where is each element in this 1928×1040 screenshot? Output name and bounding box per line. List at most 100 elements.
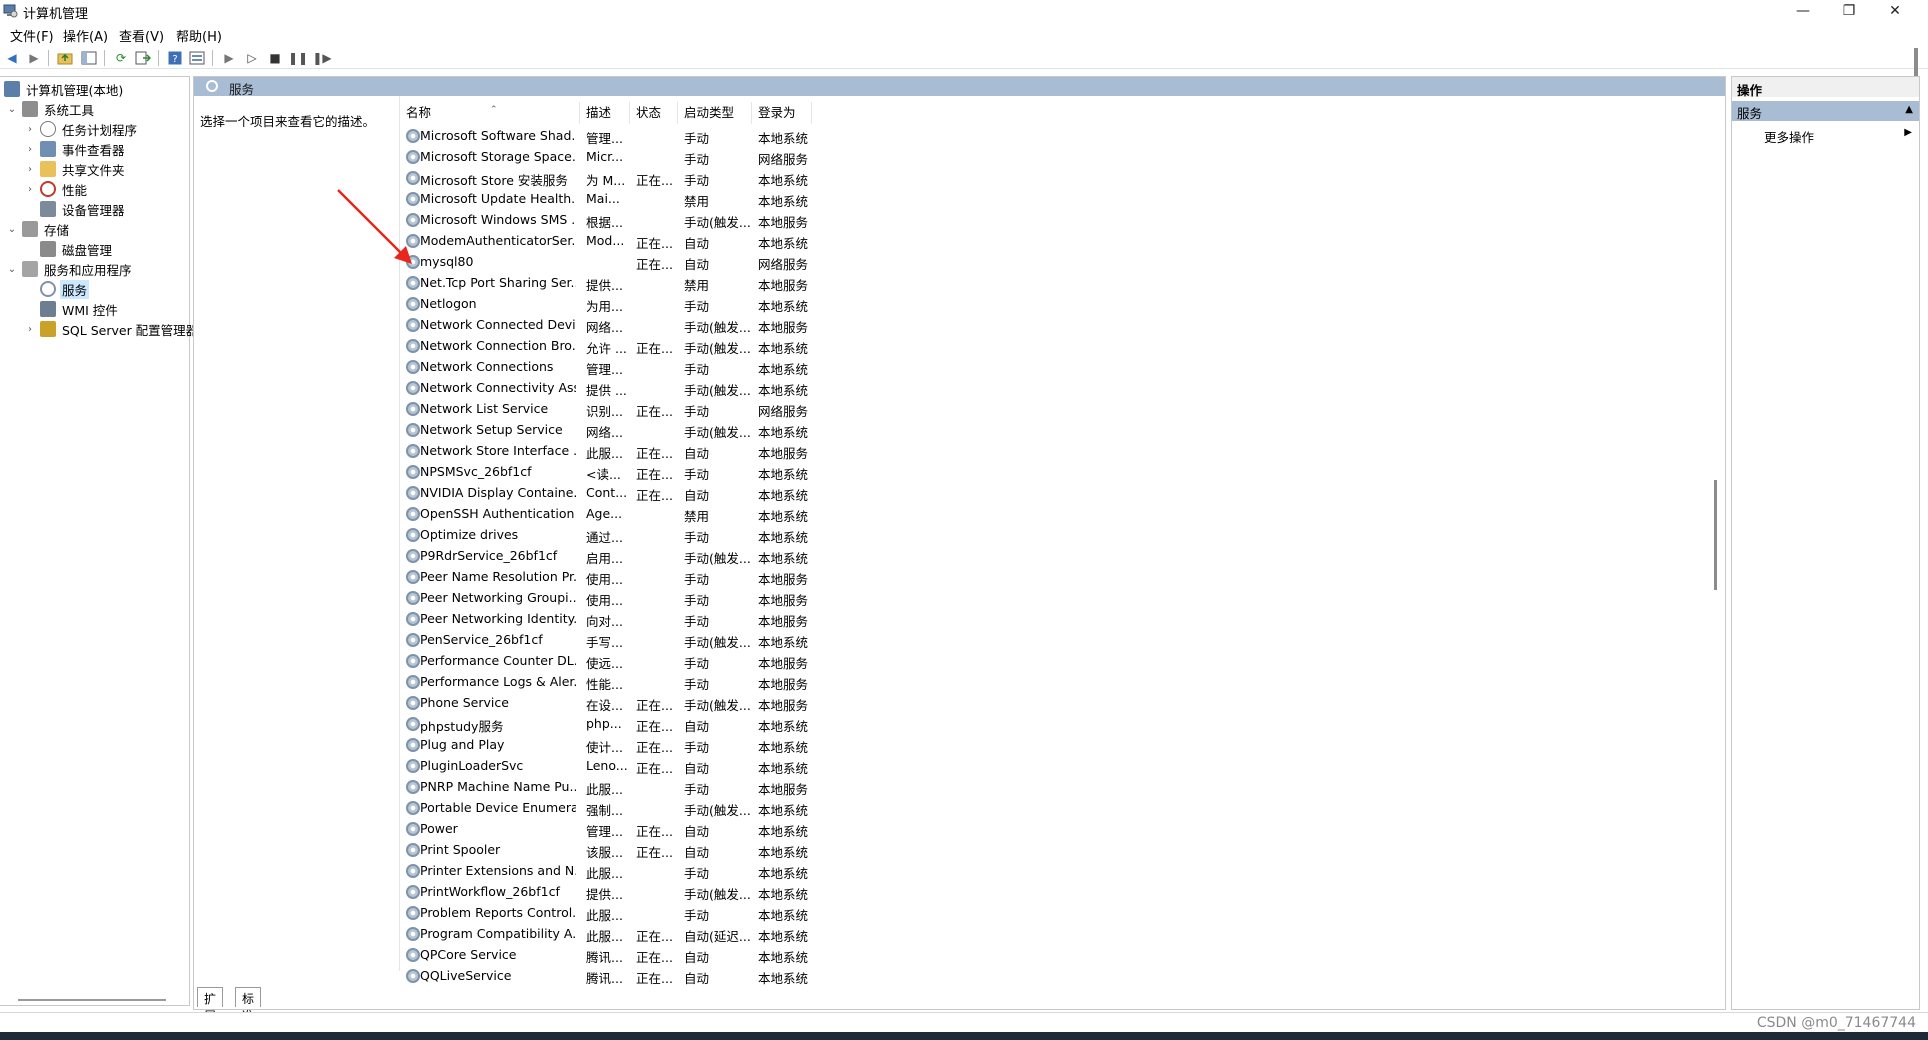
- collapse-icon[interactable]: ⌄: [6, 104, 18, 115]
- gear-icon: [406, 612, 420, 626]
- tree-item-storage[interactable]: ⌄ 存储: [6, 219, 71, 239]
- actions-section-services[interactable]: 服务 ▲: [1732, 101, 1919, 121]
- tree-item-services-and-applications[interactable]: ⌄ 服务和应用程序: [6, 259, 134, 279]
- table-row[interactable]: Microsoft Update Health... Mai... 禁用 本地系统: [400, 189, 1100, 210]
- table-row[interactable]: phpstudy服务 php... 正在... 自动 本地系统: [400, 714, 1100, 735]
- menu-view[interactable]: 查看(V): [119, 26, 164, 45]
- table-row[interactable]: Print Spooler 该服... 正在... 自动 本地系统: [400, 840, 1100, 861]
- table-row[interactable]: PluginLoaderSvc Leno... 正在... 自动 本地系统: [400, 756, 1100, 777]
- start-service-alt-icon[interactable]: ▷: [243, 50, 261, 66]
- minimize-button[interactable]: —: [1780, 0, 1826, 22]
- table-row[interactable]: Microsoft Store 安装服务 为 M... 正在... 手动 本地系统: [400, 168, 1100, 189]
- column-status[interactable]: 状态: [630, 102, 678, 124]
- table-row[interactable]: mysql80 正在... 自动 网络服务: [400, 252, 1100, 273]
- table-row[interactable]: OpenSSH Authentication ... Age... 禁用 本地系统: [400, 504, 1100, 525]
- table-row[interactable]: Network Store Interface ... 此服... 正在... 自动 本…: [400, 441, 1100, 462]
- stop-service-icon[interactable]: ■: [266, 50, 284, 66]
- table-row[interactable]: Microsoft Windows SMS ... 根据... 手动(触发... 本地…: [400, 210, 1100, 231]
- collapse-section-icon[interactable]: ▲: [1905, 104, 1913, 115]
- service-startup-type: 自动: [684, 719, 710, 734]
- start-service-icon[interactable]: ▶: [220, 50, 238, 66]
- table-row[interactable]: Peer Networking Identity... 向对... 手动 本地服务: [400, 609, 1100, 630]
- table-row[interactable]: PenService_26bf1cf 手写... 手动(触发... 本地系统: [400, 630, 1100, 651]
- column-name[interactable]: 名称 ⌃: [400, 102, 580, 124]
- table-row[interactable]: Problem Reports Control... 此服... 手动 本地系统: [400, 903, 1100, 924]
- tree-item-device-manager[interactable]: 设备管理器: [24, 199, 127, 219]
- table-row[interactable]: NPSMSvc_26bf1cf <读... 正在... 手动 本地系统: [400, 462, 1100, 483]
- menu-help[interactable]: 帮助(H): [176, 26, 222, 45]
- pause-service-icon[interactable]: ❚❚: [288, 50, 308, 66]
- restore-button[interactable]: ❐: [1826, 0, 1872, 22]
- table-row[interactable]: Netlogon 为用... 手动 本地系统: [400, 294, 1100, 315]
- table-row[interactable]: Peer Networking Groupi... 使用... 手动 本地服务: [400, 588, 1100, 609]
- show-hide-tree-icon[interactable]: [80, 50, 98, 66]
- forward-icon[interactable]: ▶: [25, 50, 43, 66]
- expand-icon[interactable]: ›: [24, 124, 36, 135]
- help-icon[interactable]: ?: [166, 50, 184, 66]
- list-vertical-scrollbar[interactable]: [1714, 480, 1717, 590]
- table-row[interactable]: PrintWorkflow_26bf1cf 提供... 手动(触发... 本地系统: [400, 882, 1100, 903]
- up-folder-icon[interactable]: [56, 50, 74, 66]
- close-button[interactable]: ✕: [1872, 0, 1918, 22]
- service-description: 启用...: [586, 551, 623, 566]
- tree-horizontal-scrollbar[interactable]: [18, 999, 166, 1001]
- table-row[interactable]: Phone Service 在设... 正在... 手动(触发... 本地服务: [400, 693, 1100, 714]
- collapse-icon[interactable]: ⌄: [6, 224, 18, 235]
- table-row[interactable]: Microsoft Storage Space... Micr... 手动 网络服务: [400, 147, 1100, 168]
- table-row[interactable]: Network Connectivity Ass... 提供 ... 手动(触发..…: [400, 378, 1100, 399]
- restart-service-icon[interactable]: ❚▶: [312, 50, 331, 66]
- table-row[interactable]: P9RdrService_26bf1cf 启用... 手动(触发... 本地系统: [400, 546, 1100, 567]
- table-row[interactable]: Power 管理... 正在... 自动 本地系统: [400, 819, 1100, 840]
- table-row[interactable]: Network Setup Service 网络... 手动(触发... 本地系统: [400, 420, 1100, 441]
- table-row[interactable]: Net.Tcp Port Sharing Ser... 提供... 禁用 本地服务: [400, 273, 1100, 294]
- tree-item-performance[interactable]: › 性能: [24, 179, 89, 199]
- properties-icon[interactable]: [188, 50, 206, 66]
- menu-action[interactable]: 操作(A): [63, 26, 108, 45]
- tree-item-event-viewer[interactable]: › 事件查看器: [24, 139, 127, 159]
- table-row[interactable]: Optimize drives 通过... 手动 本地系统: [400, 525, 1100, 546]
- tree-item-computer-management[interactable]: 计算机管理(本地): [4, 79, 125, 99]
- table-row[interactable]: Network Connection Bro... 允许 ... 正在... 手动(触…: [400, 336, 1100, 357]
- table-row[interactable]: Performance Logs & Aler... 性能... 手动 本地服务: [400, 672, 1100, 693]
- table-row[interactable]: PNRP Machine Name Pu... 此服... 手动 本地服务: [400, 777, 1100, 798]
- table-row[interactable]: Portable Device Enumera... 强制... 手动(触发... 本…: [400, 798, 1100, 819]
- table-row[interactable]: Program Compatibility A... 此服... 正在... 自动(延…: [400, 924, 1100, 945]
- tree-item-wmi-control[interactable]: WMI 控件: [24, 299, 120, 319]
- table-row[interactable]: NVIDIA Display Containe... Cont... 正在... 自动…: [400, 483, 1100, 504]
- tree-item-sql-server-config[interactable]: › SQL Server 配置管理器: [24, 319, 200, 339]
- table-row[interactable]: Network List Service 识别... 正在... 手动 网络服务: [400, 399, 1100, 420]
- expand-icon[interactable]: ›: [24, 144, 36, 155]
- table-row[interactable]: Performance Counter DL... 使远... 手动 本地服务: [400, 651, 1100, 672]
- table-row[interactable]: Network Connections 管理... 手动 本地系统: [400, 357, 1100, 378]
- refresh-icon[interactable]: ⟳: [112, 50, 130, 66]
- table-row[interactable]: ModemAuthenticatorSer... Mod... 正在... 自动 本地系…: [400, 231, 1100, 252]
- back-icon[interactable]: ◀: [3, 50, 21, 66]
- table-row[interactable]: QQLiveService 腾讯... 正在... 自动 本地系统: [400, 966, 1100, 987]
- collapse-icon[interactable]: ⌄: [6, 264, 18, 275]
- tab-standard[interactable]: 标准: [235, 987, 262, 1023]
- table-row[interactable]: QPCore Service 腾讯... 正在... 自动 本地系统: [400, 945, 1100, 966]
- tree-item-services[interactable]: 服务: [24, 279, 90, 299]
- tree-item-system-tools[interactable]: ⌄ 系统工具: [6, 99, 96, 119]
- table-row[interactable]: Plug and Play 使计... 正在... 手动 本地系统: [400, 735, 1100, 756]
- tree-item-shared-folders[interactable]: › 共享文件夹: [24, 159, 127, 179]
- table-row[interactable]: Microsoft Software Shad... 管理... 手动 本地系统: [400, 126, 1100, 147]
- expand-icon[interactable]: ›: [24, 164, 36, 175]
- tree-item-task-scheduler[interactable]: › 任务计划程序: [24, 119, 139, 139]
- column-startup-type[interactable]: 启动类型: [678, 102, 752, 124]
- service-name: Microsoft Software Shad...: [420, 128, 576, 143]
- menu-file[interactable]: 文件(F): [10, 26, 54, 45]
- more-actions-item[interactable]: 更多操作 ▶: [1764, 127, 1914, 146]
- expand-icon[interactable]: ›: [24, 324, 36, 335]
- table-row[interactable]: Printer Extensions and N... 此服... 手动 本地系统: [400, 861, 1100, 882]
- service-description: php...: [586, 716, 622, 731]
- export-list-icon[interactable]: [134, 50, 152, 66]
- expand-icon[interactable]: ›: [24, 184, 36, 195]
- column-description[interactable]: 描述: [580, 102, 630, 124]
- service-status: 正在...: [636, 698, 673, 713]
- tab-extended[interactable]: 扩展: [197, 987, 224, 1023]
- tree-item-disk-management[interactable]: 磁盘管理: [24, 239, 114, 259]
- table-row[interactable]: Peer Name Resolution Pr... 使用... 手动 本地服务: [400, 567, 1100, 588]
- column-logon-as[interactable]: 登录为: [752, 102, 812, 124]
- table-row[interactable]: Network Connected Devi... 网络... 手动(触发... 本地…: [400, 315, 1100, 336]
